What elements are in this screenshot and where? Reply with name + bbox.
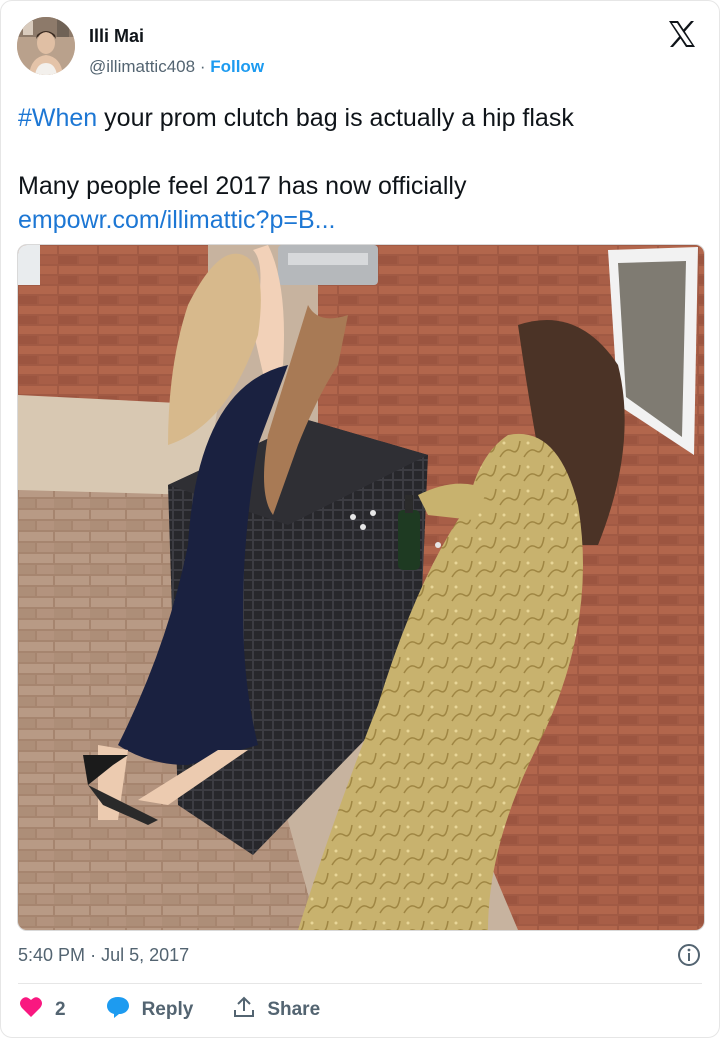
tweet-text: #When your prom clutch bag is actually a…	[18, 101, 708, 237]
like-button[interactable]: 2	[19, 996, 66, 1024]
tweet-card: Illi Mai @illimattic408 · Follow #When y…	[0, 0, 720, 1038]
hashtag-link[interactable]: #When	[18, 104, 97, 132]
x-logo-icon[interactable]	[667, 19, 697, 49]
tweet-date: Jul 5, 2017	[101, 945, 190, 965]
separator-dot: ·	[199, 57, 206, 76]
tweet-timestamp[interactable]: 5:40 PM · Jul 5, 2017	[18, 945, 189, 966]
author-handle-row: @illimattic408 · Follow	[89, 57, 264, 77]
share-label: Share	[267, 999, 321, 1020]
author-name[interactable]: Illi Mai	[89, 26, 144, 47]
action-bar: 2 Reply Share	[19, 996, 360, 1024]
share-icon	[233, 996, 267, 1024]
heart-icon	[19, 996, 55, 1024]
tweet-line-3: empowr.com/illimattic?p=B...	[18, 203, 708, 237]
follow-button[interactable]: Follow	[210, 57, 264, 76]
timestamp-separator: ·	[90, 945, 97, 965]
tweet-line-2: Many people feel 2017 has now officially	[18, 172, 467, 200]
reply-button[interactable]: Reply	[106, 996, 194, 1024]
tweet-line-1-text: your prom clutch bag is actually a hip f…	[97, 104, 574, 132]
reply-bubble-icon	[106, 996, 142, 1024]
author-handle[interactable]: @illimattic408	[89, 57, 195, 76]
avatar[interactable]	[17, 17, 75, 75]
reply-label: Reply	[141, 999, 194, 1020]
tweet-photo[interactable]	[17, 244, 705, 931]
tweet-time: 5:40 PM	[18, 945, 86, 965]
info-icon[interactable]	[677, 943, 701, 967]
tweet-url-link[interactable]: empowr.com/illimattic?p=B...	[18, 206, 335, 234]
tweet-line-1: #When your prom clutch bag is actually a…	[18, 101, 708, 135]
like-count: 2	[55, 999, 66, 1020]
share-button[interactable]: Share	[233, 996, 320, 1024]
divider	[18, 983, 702, 984]
